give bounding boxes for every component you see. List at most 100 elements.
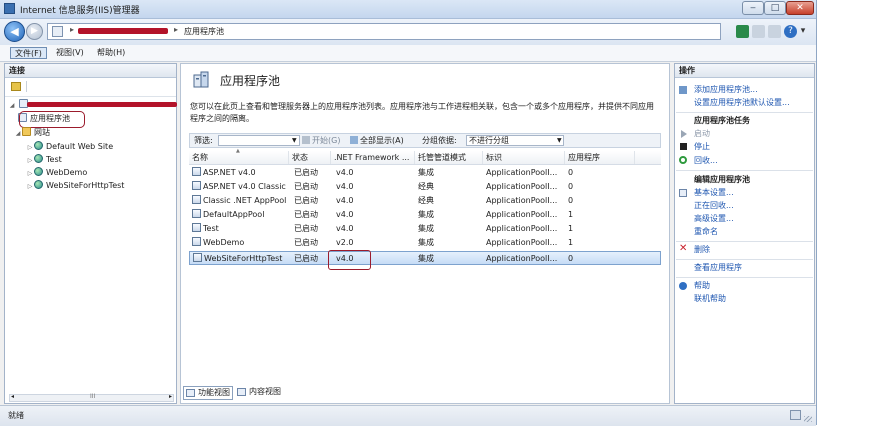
app-pool-icon [192,223,201,232]
redacted-server-name [78,28,168,34]
chevron-down-icon[interactable]: ▼ [557,135,562,147]
pool-name: ASP.NET v4.0 [203,168,256,177]
start-icon [681,130,687,138]
pool-app-count: 0 [568,196,574,205]
show-all-button[interactable]: 全部显示(A) [350,135,404,147]
chevron-down-icon[interactable]: ▾ [799,25,807,38]
pool-status: 已启动 [294,238,318,247]
tree-label: Test [46,155,62,164]
forward-button[interactable]: ▶ [26,23,43,40]
action-view-applications[interactable]: 查看应用程序 [694,262,742,274]
pool-status: 已启动 [294,182,318,191]
action-set-pool-defaults[interactable]: 设置应用程序池默认设置... [694,97,790,109]
group-by-select[interactable]: 不进行分组 [466,135,564,146]
filter-input[interactable] [218,135,300,146]
table-row[interactable]: Test 已启动 v4.0 集成 ApplicationPoolI... 1 [189,222,661,236]
help-icon[interactable]: ? [784,25,797,38]
scroll-grip[interactable]: III [90,393,95,400]
table-row[interactable]: DefaultAppPool 已启动 v4.0 集成 ApplicationPo… [189,208,661,222]
maximize-button[interactable]: □ [764,1,786,15]
globe-icon [34,141,43,150]
tree-item-site[interactable]: ▷ Test [26,153,62,166]
table-row[interactable]: Classic .NET AppPool 已启动 v4.0 经典 Applica… [189,194,661,208]
app-pools-icon [193,71,209,88]
tree-label: Default Web Site [46,142,114,151]
menu-view[interactable]: 视图(V) [52,47,88,59]
menu-help[interactable]: 帮助(H) [93,47,129,59]
column-status[interactable]: 状态 [289,151,331,164]
resize-grip[interactable] [804,416,812,422]
table-row[interactable]: WebDemo 已启动 v2.0 集成 ApplicationPoolI... … [189,236,661,250]
expand-toggle-icon[interactable]: ▷ [26,180,34,193]
tab-content-view[interactable]: 内容视图 [235,386,283,398]
action-recycling[interactable]: 正在回收... [694,200,734,212]
action-help[interactable]: 帮助 [694,280,710,292]
pool-pipeline-mode: 集成 [418,168,434,177]
collapse-toggle-icon[interactable]: ◢ [14,127,22,140]
action-basic-settings[interactable]: 基本设置... [694,187,734,199]
title-bar: Internet 信息服务(IIS)管理器 ‒ □ ✕ [0,0,816,19]
tree-item-sites[interactable]: ◢ 网站 [14,126,50,139]
pool-name: WebSiteForHttpTest [204,254,283,263]
pool-status: 已启动 [294,168,318,177]
collapse-toggle-icon[interactable]: ◢ [8,99,16,112]
action-divider [676,112,813,113]
web-platform-icon[interactable] [736,25,749,38]
connections-scrollbar[interactable]: ◂ III ▸ [9,393,174,402]
pool-pipeline-mode: 经典 [418,182,434,191]
scroll-left-icon[interactable]: ◂ [11,393,14,400]
group-by-label: 分组依据: [422,136,457,145]
breadcrumb-separator: ▸ [174,25,179,34]
show-all-icon [350,136,358,144]
table-row[interactable]: ASP.NET v4.0 已启动 v4.0 集成 ApplicationPool… [189,166,661,180]
highlight-annotation [328,250,371,270]
page-title: 应用程序池 [220,74,281,88]
breadcrumb-app-pools[interactable]: 应用程序池 [184,26,224,37]
connections-header: 连接 [5,64,176,78]
column-net-framework[interactable]: .NET Framework ... [331,151,415,164]
table-row[interactable]: ASP.NET v4.0 Classic 已启动 v4.0 经典 Applica… [189,180,661,194]
table-row-selected[interactable]: WebSiteForHttpTest 已启动 v4.0 集成 Applicati… [189,251,661,265]
start-filter-button[interactable]: 开始(G) [302,135,340,147]
iis-manager-window: Internet 信息服务(IIS)管理器 ‒ □ ✕ ◀ ▶ ▸ ▸ 应用程序… [0,0,817,426]
filter-dropdown-icon[interactable]: ▼ [292,135,297,147]
action-advanced-settings[interactable]: 高级设置... [694,213,734,225]
tree-item-site[interactable]: ▷ Default Web Site [26,140,113,153]
mail-icon[interactable] [752,25,765,38]
address-bar[interactable]: ▸ ▸ 应用程序池 [47,23,721,40]
connect-icon[interactable] [11,82,21,91]
tab-features-view[interactable]: 功能视图 [183,386,233,400]
action-delete[interactable]: 删除 [694,244,710,256]
action-rename[interactable]: 重命名 [694,226,718,238]
app-pool-icon [193,253,202,262]
back-button[interactable]: ◀ [4,21,25,42]
status-bar: 就绪 [0,405,816,426]
close-button[interactable]: ✕ [786,1,814,15]
action-stop[interactable]: 停止 [694,141,710,153]
menu-file[interactable]: 文件(F) [10,47,47,59]
action-add-app-pool[interactable]: 添加应用程序池... [694,84,758,96]
minimize-button[interactable]: ‒ [742,1,764,15]
app-pool-icon [192,181,201,190]
pool-name: Classic .NET AppPool [203,196,287,205]
tree-item-site[interactable]: ▷ WebSiteForHttpTest [26,179,124,192]
globe-icon [34,180,43,189]
pool-identity: ApplicationPoolI... [486,196,558,205]
pool-identity: ApplicationPoolI... [486,168,558,177]
scroll-right-icon[interactable]: ▸ [169,393,172,400]
column-applications[interactable]: 应用程序 [565,151,635,164]
column-identity[interactable]: 标识 [483,151,565,164]
action-online-help[interactable]: 联机帮助 [694,293,726,305]
refresh-icon[interactable] [768,25,781,38]
action-start[interactable]: 启动 [694,128,710,140]
app-pool-icon [192,195,201,204]
pool-name: Test [203,224,219,233]
filter-bar: 筛选: ▼ 开始(G) 全部显示(A) 分组依据: 不进行分组 ▼ [189,133,661,148]
redacted-server-name [27,102,177,107]
action-recycle[interactable]: 回收... [694,155,718,167]
network-icon [790,410,801,420]
tree-item-site[interactable]: ▷ WebDemo [26,166,87,179]
tab-label: 功能视图 [198,388,230,397]
column-pipeline-mode[interactable]: 托管管道模式 [415,151,483,164]
pool-status: 已启动 [294,224,318,233]
